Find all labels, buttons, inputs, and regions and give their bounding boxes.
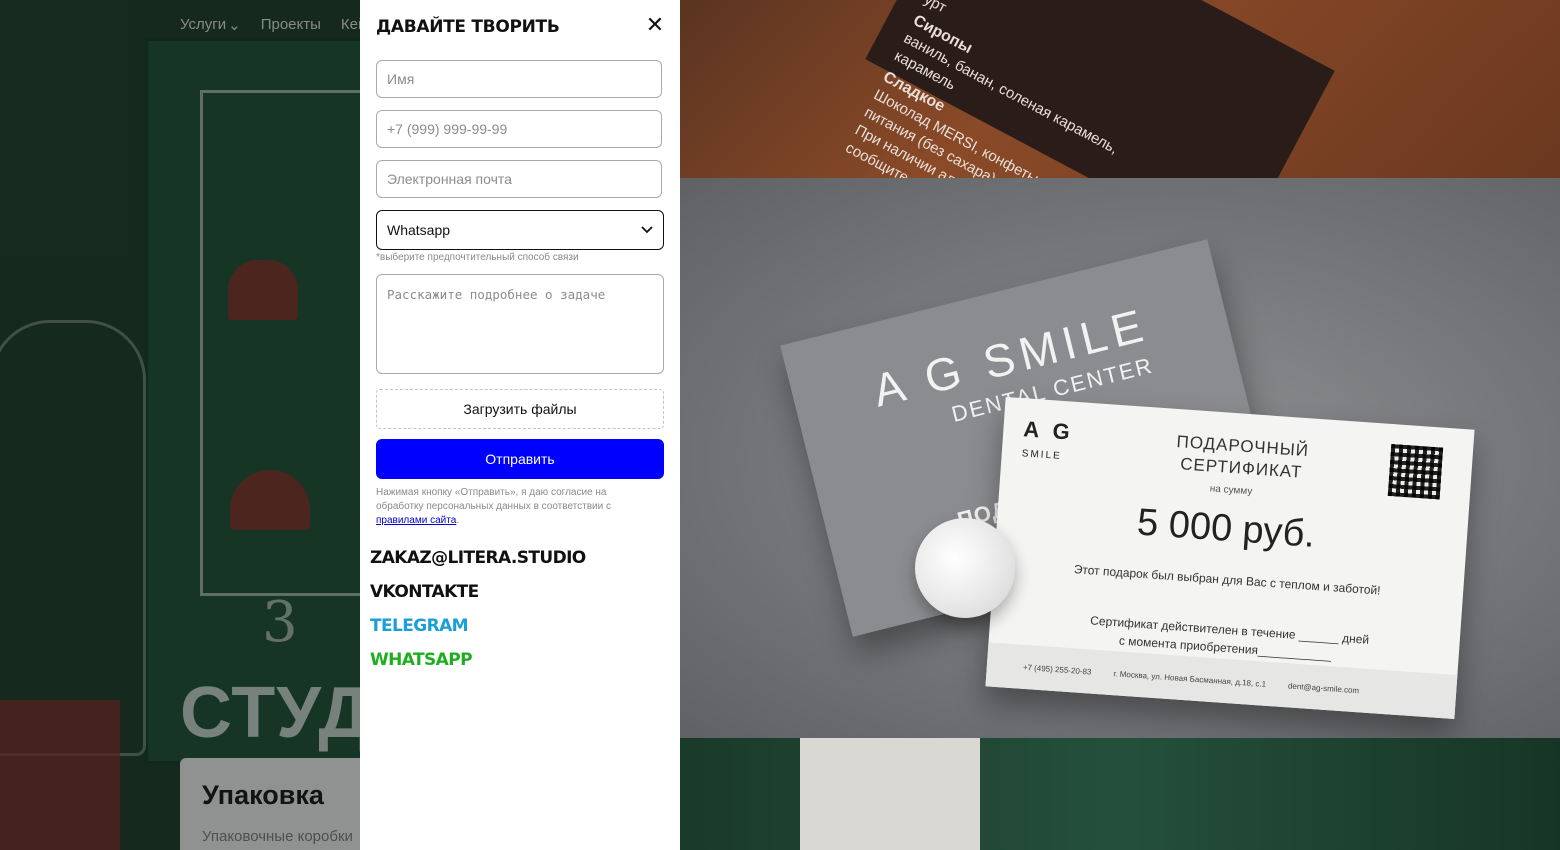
- photo-green-fabric: [680, 738, 1560, 850]
- certificate-logo: A G: [1022, 416, 1075, 445]
- certificate-phone: +7 (495) 255-20-83: [1022, 662, 1092, 677]
- certificate-sum: 5 000 руб.: [1135, 501, 1317, 556]
- wax-seal: [915, 518, 1015, 618]
- close-icon[interactable]: ✕: [644, 13, 666, 37]
- contact-vkontakte-link[interactable]: VKONTAKTE: [370, 582, 479, 602]
- contact-method-value: Whatsapp: [387, 222, 451, 238]
- paper-sheet: [800, 738, 980, 850]
- certificate-sum-label: на сумму: [1209, 483, 1253, 498]
- certificate-address: г. Москва, ул. Новая Басманная, д.18, с.…: [1113, 668, 1267, 689]
- certificate-text: Этот подарок был выбран для Вас с теплом…: [1073, 562, 1382, 598]
- contact-form-modal: ДАВАЙТЕ ТВОРИТЬ ✕ Whatsapp *выберите пре…: [360, 0, 680, 850]
- email-field[interactable]: [376, 160, 662, 198]
- certificate-email: dent@ag-smile.com: [1287, 680, 1360, 695]
- photo-menu-card: урт Сиропы ваниль, банан, соленая караме…: [680, 0, 1560, 178]
- contact-telegram-link[interactable]: TELEGRAM: [370, 616, 469, 636]
- consent-text: Нажимая кнопку «Отправить», я даю соглас…: [376, 486, 656, 528]
- consent-end: .: [456, 515, 460, 526]
- site-rules-link[interactable]: правилами сайта: [376, 515, 456, 526]
- name-field[interactable]: [376, 60, 662, 98]
- certificate-title: ПОДАРОЧНЫЙ СЕРТИФИКАТ: [1176, 432, 1310, 482]
- consent-body: Нажимая кнопку «Отправить», я даю соглас…: [376, 487, 611, 512]
- qr-code-icon: [1387, 443, 1444, 500]
- phone-field[interactable]: [376, 110, 662, 148]
- upload-files-button[interactable]: Загрузить файлы: [376, 389, 664, 429]
- contact-method-select[interactable]: Whatsapp: [376, 210, 664, 250]
- upload-files-label: Загрузить файлы: [463, 401, 577, 417]
- certificate-logo-sub: SMILE: [1021, 448, 1063, 462]
- chevron-down-icon: [641, 226, 653, 234]
- photo-certificate: A G SMILE DENTAL CENTER ПОДАРОЧНЫЙ A G S…: [680, 178, 1560, 738]
- gift-certificate: A G SMILE ПОДАРОЧНЫЙ СЕРТИФИКАТ на сумму…: [985, 396, 1475, 720]
- contact-whatsapp-link[interactable]: WHATSAPP: [370, 650, 473, 670]
- overlay-dim: [0, 0, 360, 850]
- submit-button[interactable]: Отправить: [376, 439, 664, 479]
- contact-email-link[interactable]: ZAKAZ@LITERA.STUDIO: [370, 548, 586, 568]
- modal-title: ДАВАЙТЕ ТВОРИТЬ: [376, 17, 560, 37]
- menu-line: урт: [921, 0, 950, 17]
- contact-method-hint: *выберите предпочтительный способ связи: [376, 252, 579, 263]
- task-description-field[interactable]: [376, 274, 664, 374]
- background-page: 3 Услуги ⌄ Проекты Кей СТУД Упаковка Упа…: [0, 0, 360, 850]
